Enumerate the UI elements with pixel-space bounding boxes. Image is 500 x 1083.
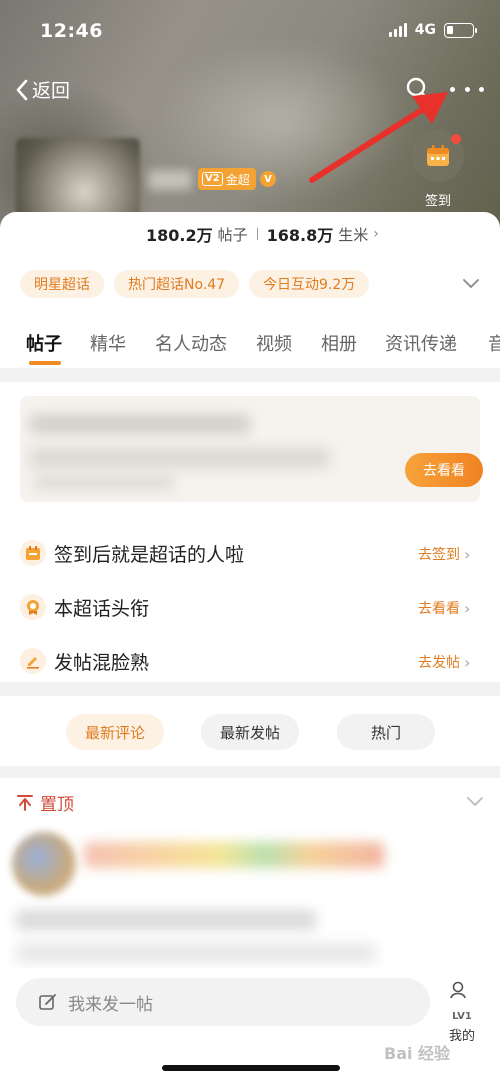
chevron-right-icon: › [373, 226, 379, 242]
post-text [16, 910, 316, 930]
tab-albums[interactable]: 相册 [321, 330, 357, 356]
tab-info[interactable]: 资讯传递 [385, 330, 457, 356]
chevron-right-icon: › [464, 652, 471, 672]
gold-badge[interactable]: V2 金超 [198, 168, 256, 190]
network-type: 4G [414, 22, 436, 38]
mine-button[interactable]: LV1 我的 [440, 980, 484, 1044]
edit-icon [39, 994, 56, 1010]
battery-icon [444, 22, 477, 38]
badge-label: 金超 [225, 172, 250, 187]
watermark-logo: Bai 经验 [384, 1044, 451, 1063]
compose-post-input[interactable]: 我来发一帖 [16, 978, 430, 1026]
tab-videos[interactable]: 视频 [256, 330, 292, 356]
task-label: 本超话头衔 [54, 598, 150, 620]
tab-celebrity-news[interactable]: 名人动态 [155, 330, 227, 356]
calendar-icon [427, 145, 449, 166]
banner[interactable] [20, 396, 480, 502]
banner-go-see-button[interactable]: 去看看 [405, 453, 483, 487]
chevron-right-icon: › [464, 598, 471, 618]
stats-divider [256, 228, 258, 240]
checkin-task-icon [20, 540, 46, 566]
tab-bar: 帖子 精华 名人动态 视频 相册 资讯传递 音 [0, 330, 500, 366]
post-text [16, 944, 376, 962]
top-nav: 返回 [0, 70, 500, 110]
stats-row[interactable]: 180.2万 帖子 168.8万 生米 › [146, 222, 379, 246]
checkin-label: 签到 [424, 194, 451, 209]
fans-count: 168.8万 [266, 226, 334, 245]
task-label: 签到后就是超话的人啦 [54, 544, 245, 566]
home-indicator[interactable] [162, 1065, 340, 1071]
badge-level: V2 [202, 172, 223, 186]
pin-top-icon [17, 794, 33, 811]
chevron-right-icon: › [464, 544, 471, 564]
tag-star[interactable]: 明星超话 [20, 270, 104, 298]
sort-hot[interactable]: 热门 [337, 714, 435, 750]
back-button[interactable]: 返回 [14, 76, 70, 103]
status-bar: 12:46 4G [0, 0, 500, 62]
post-title[interactable] [84, 842, 384, 868]
chevron-down-icon[interactable] [466, 794, 484, 808]
section-divider [0, 766, 500, 778]
task-action[interactable]: 去发帖 › [418, 652, 470, 672]
task-post[interactable]: 发帖混脸熟 去发帖 › [0, 642, 500, 682]
post-avatar[interactable] [12, 832, 76, 896]
status-time: 12:46 [40, 20, 103, 42]
fans-label: 生米 [338, 225, 369, 244]
task-title[interactable]: 本超话头衔 去看看 › [0, 588, 500, 628]
pencil-icon [20, 648, 46, 674]
chevron-down-icon[interactable] [462, 276, 480, 290]
medal-icon [20, 594, 46, 620]
user-level-icon [450, 981, 466, 999]
tag-interaction[interactable]: 今日互动9.2万 [249, 270, 370, 298]
posts-count: 180.2万 [146, 226, 213, 245]
chevron-left-icon [16, 79, 28, 100]
tab-posts[interactable]: 帖子 [26, 330, 62, 356]
section-divider [0, 682, 500, 696]
active-tab-indicator [29, 361, 61, 365]
sort-latest-post[interactable]: 最新发帖 [201, 714, 299, 750]
sort-latest-comment[interactable]: 最新评论 [66, 714, 164, 750]
tab-music[interactable]: 音 [488, 330, 500, 356]
pinned-header[interactable]: 置顶 [16, 790, 74, 815]
supertopic-name [148, 170, 192, 190]
status-icons: 4G [388, 22, 477, 38]
task-label: 发帖混脸熟 [54, 652, 150, 674]
pinned-label: 置顶 [40, 795, 74, 815]
task-checkin[interactable]: 签到后就是超话的人啦 去签到 › [0, 534, 500, 574]
posts-label: 帖子 [217, 225, 248, 244]
task-action[interactable]: 去签到 › [418, 544, 470, 564]
signal-icon [388, 23, 407, 37]
search-icon[interactable] [405, 76, 431, 102]
verified-icon: V [260, 171, 276, 187]
compose-placeholder: 我来发一帖 [68, 994, 153, 1015]
more-options-icon[interactable] [450, 76, 484, 102]
tag-list: 明星超话 热门超话No.47 今日互动9.2万 [20, 270, 370, 298]
back-label: 返回 [32, 80, 71, 102]
task-action[interactable]: 去看看 › [418, 598, 470, 618]
user-level: LV1 [452, 1011, 472, 1022]
tab-featured[interactable]: 精华 [90, 330, 126, 356]
tag-rank[interactable]: 热门超话No.47 [114, 270, 240, 298]
notification-dot [451, 134, 461, 144]
